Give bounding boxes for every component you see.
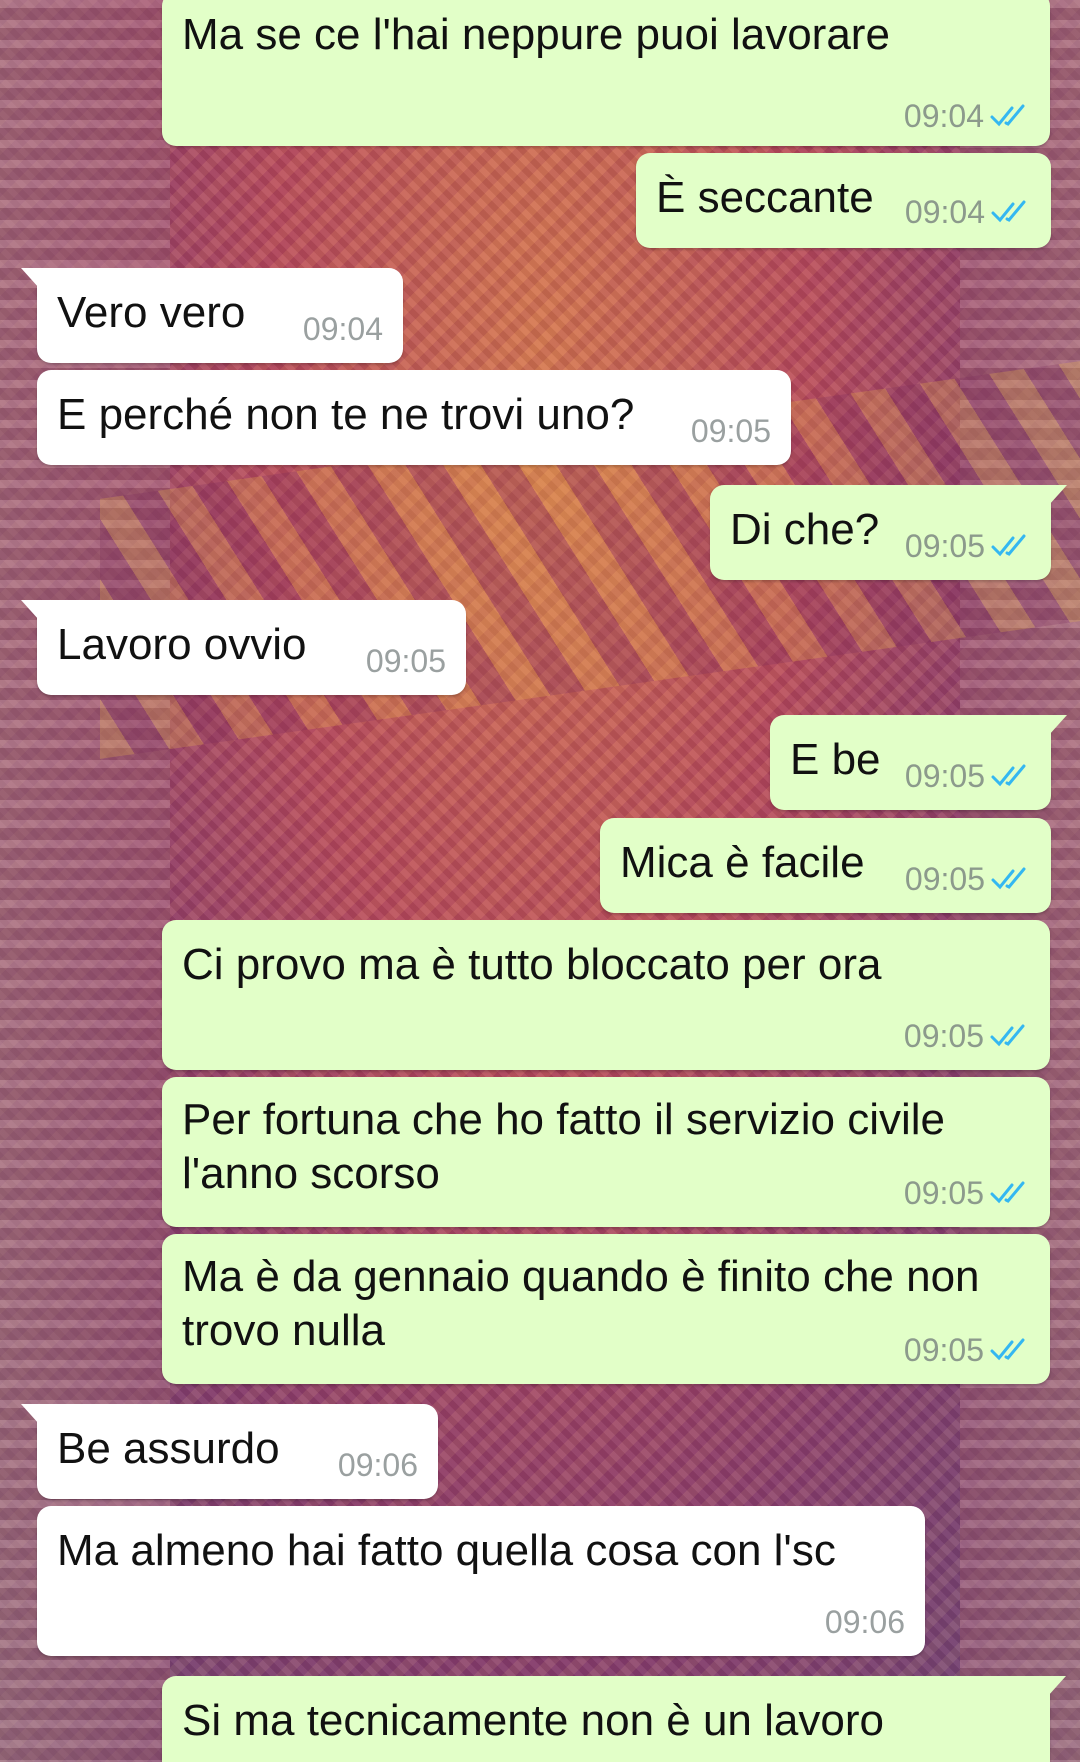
double-check-icon: [990, 1024, 1025, 1047]
message-meta: 09:05: [905, 528, 1031, 564]
message-text: Ci provo ma è tutto bloccato per ora: [182, 940, 882, 989]
double-check-icon: [991, 867, 1026, 890]
double-check-icon: [990, 1181, 1025, 1204]
message-text: E perché non te ne trovi uno?: [57, 390, 635, 439]
message-bubble-outgoing[interactable]: Di che? 09:05: [710, 485, 1067, 580]
message-time: 09:05: [903, 1018, 984, 1054]
message-meta: 09:06: [825, 1604, 905, 1640]
message-meta: 09:05: [905, 758, 1031, 794]
message-bubble-outgoing[interactable]: E be 09:05: [770, 715, 1067, 810]
message-meta: 09:06: [338, 1447, 418, 1483]
message-bubble-incoming[interactable]: Vero vero 09:04: [21, 268, 403, 363]
message-meta: 09:05: [904, 1175, 1030, 1211]
message-time: 09:05: [904, 528, 985, 564]
message-time: 09:06: [824, 1604, 905, 1640]
message-time: 09:05: [365, 643, 446, 679]
message-time: 09:04: [302, 311, 383, 347]
message-bubble-outgoing[interactable]: Ma se ce l'hai neppure puoi lavorare 09:…: [162, 0, 1050, 146]
message-meta: 09:04: [905, 194, 1031, 230]
double-check-icon: [990, 104, 1025, 127]
message-bubble-outgoing[interactable]: Mica è facile 09:05: [600, 818, 1051, 913]
message-bubble-outgoing[interactable]: Si ma tecnicamente non è un lavoro: [162, 1676, 1066, 1762]
double-check-icon: [990, 1338, 1025, 1361]
message-time: 09:05: [690, 413, 771, 449]
message-bubble-outgoing[interactable]: Ci provo ma è tutto bloccato per ora 09:…: [162, 920, 1050, 1070]
message-bubble-incoming[interactable]: E perché non te ne trovi uno? 09:05: [37, 370, 791, 465]
message-time: 09:05: [904, 861, 985, 897]
message-text: Ma è da gennaio quando è finito che non …: [182, 1252, 992, 1355]
message-time: 09:05: [903, 1332, 984, 1368]
message-time: 09:05: [903, 1175, 984, 1211]
message-meta: 09:05: [904, 1018, 1030, 1054]
double-check-icon: [991, 534, 1026, 557]
message-bubble-incoming[interactable]: Ma almeno hai fatto quella cosa con l'sc…: [37, 1506, 925, 1656]
message-bubble-outgoing[interactable]: Per fortuna che ho fatto il servizio civ…: [162, 1077, 1050, 1227]
message-time: 09:06: [337, 1447, 418, 1483]
message-meta: 09:05: [905, 861, 1031, 897]
message-bubble-incoming[interactable]: Be assurdo 09:06: [21, 1404, 438, 1499]
message-bubble-outgoing[interactable]: È seccante 09:04: [636, 153, 1051, 248]
double-check-icon: [991, 200, 1026, 223]
message-time: 09:04: [903, 98, 984, 134]
message-meta: 09:05: [691, 413, 771, 449]
message-time: 09:04: [904, 194, 985, 230]
message-text: Si ma tecnicamente non è un lavoro: [182, 1696, 884, 1745]
message-text: Ma almeno hai fatto quella cosa con l'sc: [57, 1526, 836, 1575]
message-time: 09:05: [904, 758, 985, 794]
chat-thread[interactable]: Ma se ce l'hai neppure puoi lavorare 09:…: [0, 0, 1080, 1762]
message-text: Per fortuna che ho fatto il servizio civ…: [182, 1095, 958, 1198]
message-meta: 09:05: [904, 1332, 1030, 1368]
message-meta: 09:05: [366, 643, 446, 679]
message-meta: 09:04: [303, 311, 383, 347]
message-bubble-outgoing[interactable]: Ma è da gennaio quando è finito che non …: [162, 1234, 1050, 1384]
message-bubble-incoming[interactable]: Lavoro ovvio 09:05: [21, 600, 466, 695]
double-check-icon: [991, 764, 1026, 787]
message-text: Ma se ce l'hai neppure puoi lavorare: [182, 10, 890, 59]
message-meta: 09:04: [904, 98, 1030, 134]
